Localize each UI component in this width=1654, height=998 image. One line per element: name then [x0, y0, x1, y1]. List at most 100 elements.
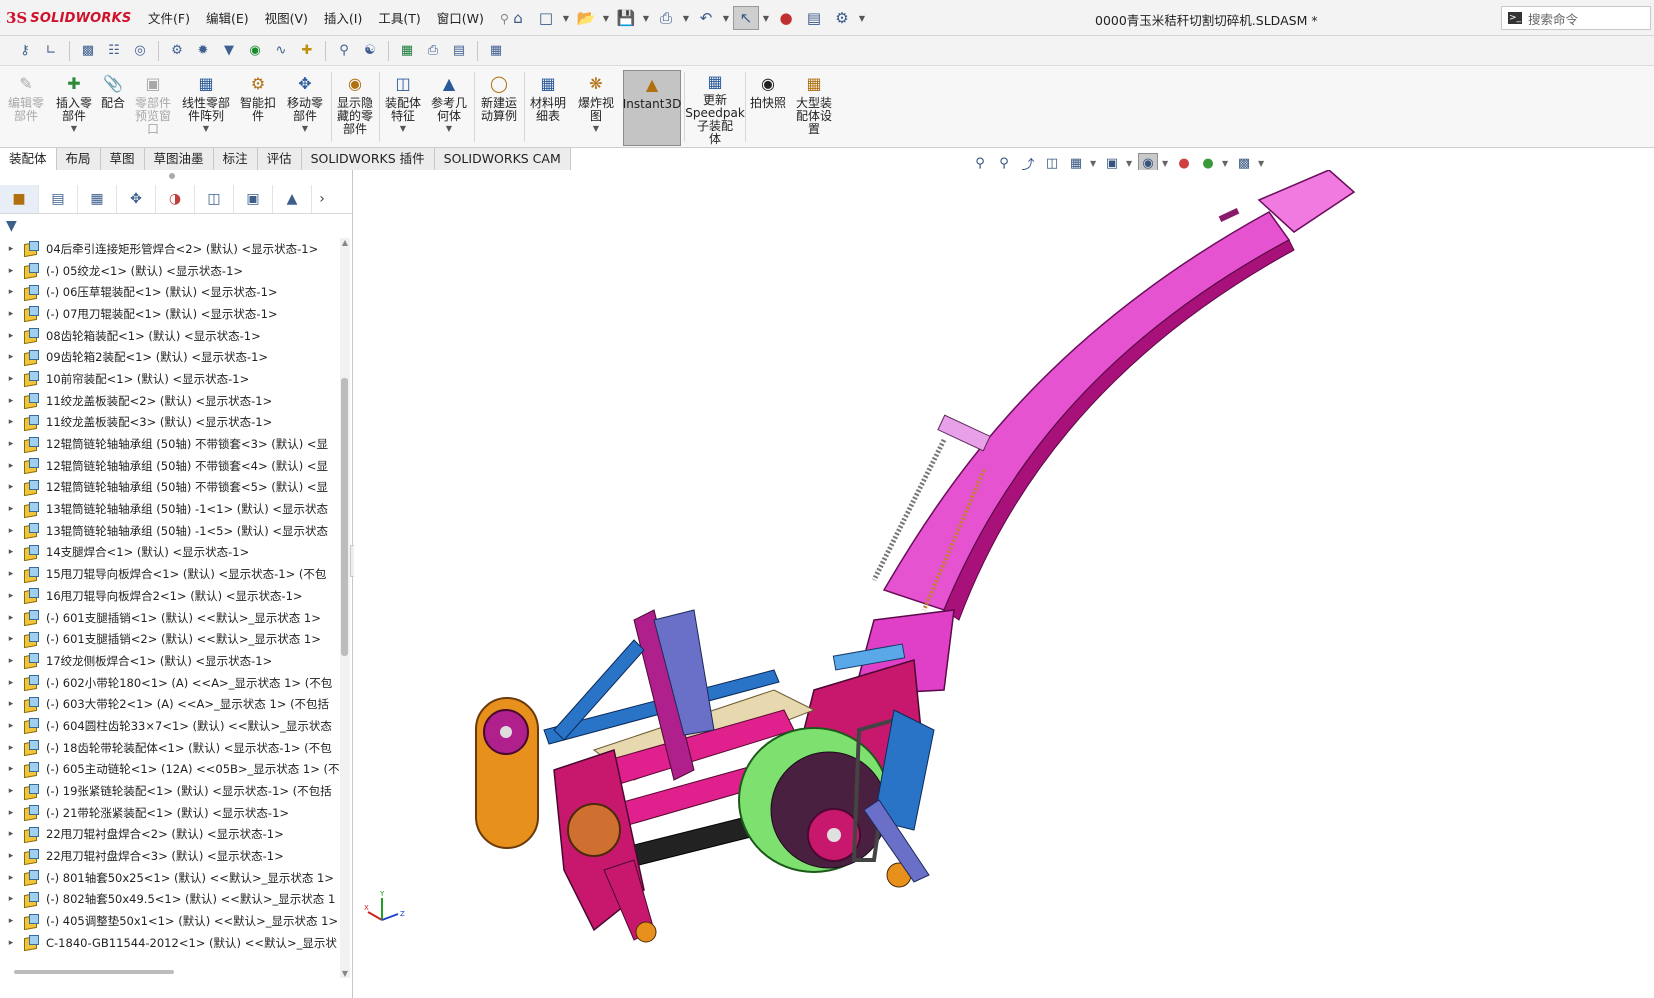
new-motion-study-button[interactable]: ◯ 新建运 动算例 [477, 70, 521, 146]
component-preview-button[interactable]: ▣ 零部件 预览窗 口 [132, 70, 174, 146]
reference-geometry-button[interactable]: ▲ 参考几 何体 ▼ [428, 70, 470, 146]
expand-arrow-icon[interactable]: ▸ [0, 244, 22, 254]
menu-window[interactable]: 窗口(W) [429, 9, 492, 29]
left-wheel[interactable] [635, 921, 657, 943]
binoculars-icon[interactable]: ☯ [359, 40, 381, 62]
scrollbar-thumb[interactable] [341, 378, 348, 656]
tree-row[interactable]: ▸ (-) 605主动链轮<1> (12A) <<05B>_显示状态 1> (不 [0, 759, 340, 781]
chevron-down-icon[interactable]: ▼ [446, 124, 452, 133]
print-icon[interactable]: ⎙ [653, 6, 679, 30]
expand-arrow-icon[interactable]: ▸ [0, 656, 22, 666]
tab-evaluate[interactable]: 评估 [257, 148, 302, 170]
tree-row[interactable]: ▸ (-) 602小带轮180<1> (A) <<A>_显示状态 1> (不包 [0, 672, 340, 694]
expand-arrow-icon[interactable]: ▸ [0, 916, 22, 926]
display-manager-tab-icon[interactable]: ◑ [156, 184, 195, 213]
take-snapshot-button[interactable]: ◉ 拍快照 [748, 70, 788, 146]
large-assembly-settings-button[interactable]: ▦ 大型装 配体设 置 [792, 70, 836, 146]
monitor-icon[interactable]: ▩ [77, 40, 99, 62]
undo-icon[interactable]: ↶ [693, 6, 719, 30]
tree-row[interactable]: ▸ 15甩刀辊导向板焊合<1> (默认) <显示状态-1> (不包 [0, 563, 340, 585]
chevron-down-icon[interactable]: ▼ [1222, 159, 1230, 168]
menu-edit[interactable]: 编辑(E) [198, 9, 257, 29]
tree-row[interactable]: ▸ 04后牵引连接矩形管焊合<2> (默认) <显示状态-1> [0, 238, 340, 260]
chevron-down-icon[interactable]: ▼ [400, 124, 406, 133]
expand-arrow-icon[interactable]: ▸ [0, 894, 22, 904]
wave-icon[interactable]: ∿ [270, 40, 292, 62]
expand-arrow-icon[interactable]: ▸ [0, 287, 22, 297]
tree-row[interactable]: ▸ 17绞龙侧板焊合<1> (默认) <显示状态-1> [0, 650, 340, 672]
printer-icon[interactable]: ⎙ [422, 40, 444, 62]
print-dropdown-icon[interactable]: ▼ [681, 14, 691, 23]
mate-button[interactable]: 📎 配合 [98, 70, 128, 146]
tree-row[interactable]: ▸ C-1840-GB11544-2012<1> (默认) <<默认>_显示状 [0, 932, 340, 954]
tree-row[interactable]: ▸ (-) 06压草辊装配<1> (默认) <显示状态-1> [0, 281, 340, 303]
horizontal-scrollbar-thumb[interactable] [14, 970, 174, 974]
tree-row[interactable]: ▸ (-) 601支腿插销<1> (默认) <<默认>_显示状态 1> [0, 607, 340, 629]
tree-row[interactable]: ▸ (-) 19张紧链轮装配<1> (默认) <显示状态-1> (不包括 [0, 780, 340, 802]
expand-arrow-icon[interactable]: ▸ [0, 547, 22, 557]
show-hidden-components-button[interactable]: ◉ 显示隐 藏的零 部件 [334, 70, 376, 146]
tree-row[interactable]: ▸ (-) 801轴套50x25<1> (默认) <<默认>_显示状态 1> [0, 867, 340, 889]
tree-row[interactable]: ▸ 11绞龙盖板装配<2> (默认) <显示状态-1> [0, 390, 340, 412]
chevron-down-icon[interactable]: ▼ [1258, 159, 1266, 168]
expand-arrow-icon[interactable]: ▸ [0, 613, 22, 623]
options-dropdown-icon[interactable]: ▼ [857, 14, 867, 23]
update-speedpak-button[interactable]: ▦ 更新 Speedpak 子装配 体 [685, 70, 745, 146]
tree-row[interactable]: ▸ (-) 604圆柱齿轮33×7<1> (默认) <<默认>_显示状态 [0, 715, 340, 737]
tree-row[interactable]: ▸ (-) 603大带轮2<1> (A) <<A>_显示状态 1> (不包括 [0, 693, 340, 715]
options-icon[interactable]: ⚙ [829, 6, 855, 30]
cam-operation-tab-icon[interactable]: ▣ [234, 184, 273, 213]
tree-scrollbar[interactable]: ▲ ▼ [340, 238, 350, 978]
expand-arrow-icon[interactable]: ▸ [0, 938, 22, 948]
expand-arrow-icon[interactable]: ▸ [0, 721, 22, 731]
network-icon[interactable]: ☷ [103, 40, 125, 62]
dimxpert-tab-icon[interactable]: ✥ [117, 184, 156, 213]
gear-icon[interactable]: ⚙ [166, 40, 188, 62]
new-icon[interactable]: □ [533, 6, 559, 30]
chute-clamp[interactable] [937, 414, 991, 452]
cam-tool-tab-icon[interactable]: ▲ [273, 184, 312, 213]
expand-arrow-icon[interactable]: ▸ [0, 482, 22, 492]
expand-arrow-icon[interactable]: ▸ [0, 678, 22, 688]
tree-row[interactable]: ▸ 22甩刀辊衬盘焊合<2> (默认) <显示状态-1> [0, 824, 340, 846]
menu-file[interactable]: 文件(F) [140, 9, 198, 29]
cam-feature-tab-icon[interactable]: ◫ [195, 184, 234, 213]
corner-icon[interactable]: ∟ [40, 40, 62, 62]
tab-cam[interactable]: SOLIDWORKS CAM [434, 148, 571, 170]
expand-arrow-icon[interactable]: ▸ [0, 851, 22, 861]
tree-row[interactable]: ▸ 09齿轮箱2装配<1> (默认) <显示状态-1> [0, 346, 340, 368]
chevron-down-icon[interactable]: ▼ [302, 124, 308, 133]
search-commands-box[interactable]: >_ 搜索命令 [1501, 6, 1651, 30]
expand-arrow-icon[interactable]: ▸ [0, 786, 22, 796]
tree-row[interactable]: ▸ 12辊筒链轮轴轴承组 (50轴) 不带锁套<4> (默认) <显 [0, 455, 340, 477]
file-properties-icon[interactable]: ▤ [801, 6, 827, 30]
tree-row[interactable]: ▸ 11绞龙盖板装配<3> (默认) <显示状态-1> [0, 412, 340, 434]
expand-arrow-icon[interactable]: ▸ [0, 266, 22, 276]
tree-row[interactable]: ▸ (-) 21带轮涨紧装配<1> (默认) <显示状态-1> [0, 802, 340, 824]
menu-tools[interactable]: 工具(T) [370, 9, 428, 29]
tree-row[interactable]: ▸ (-) 07甩刀辊装配<1> (默认) <显示状态-1> [0, 303, 340, 325]
chevron-right-icon[interactable]: › [312, 191, 332, 207]
expand-arrow-icon[interactable]: ▸ [0, 352, 22, 362]
select-icon[interactable]: ↖ [733, 6, 759, 30]
key-icon[interactable]: ⚷ [14, 40, 36, 62]
tree-row[interactable]: ▸ (-) 601支腿插销<2> (默认) <<默认>_显示状态 1> [0, 628, 340, 650]
expand-arrow-icon[interactable]: ▸ [0, 374, 22, 384]
property-manager-tab-icon[interactable]: ▤ [39, 184, 78, 213]
expand-arrow-icon[interactable]: ▸ [0, 396, 22, 406]
save-dropdown-icon[interactable]: ▼ [641, 14, 651, 23]
tree-row[interactable]: ▸ 13辊筒链轮轴轴承组 (50轴) -1<5> (默认) <显示状态 [0, 520, 340, 542]
tree-row[interactable]: ▸ 13辊筒链轮轴轴承组 (50轴) -1<1> (默认) <显示状态 [0, 498, 340, 520]
rebuild-icon[interactable]: ● [773, 6, 799, 30]
menu-insert[interactable]: 插入(I) [316, 9, 370, 29]
globe-icon[interactable]: ◎ [129, 40, 151, 62]
tree-row[interactable]: ▸ 12辊筒链轮轴轴承组 (50轴) 不带锁套<3> (默认) <显 [0, 433, 340, 455]
expand-arrow-icon[interactable]: ▸ [0, 417, 22, 427]
location-icon[interactable]: ◉ [244, 40, 266, 62]
menu-view[interactable]: 视图(V) [257, 9, 316, 29]
assembly-features-button[interactable]: ◫ 装配体 特征 ▼ [382, 70, 424, 146]
expand-arrow-icon[interactable]: ▸ [0, 591, 22, 601]
tree-row[interactable]: ▸ 10前帘装配<1> (默认) <显示状态-1> [0, 368, 340, 390]
chevron-down-icon[interactable]: ▼ [71, 124, 77, 133]
instant3d-button[interactable]: ▲ Instant3D [623, 70, 681, 146]
